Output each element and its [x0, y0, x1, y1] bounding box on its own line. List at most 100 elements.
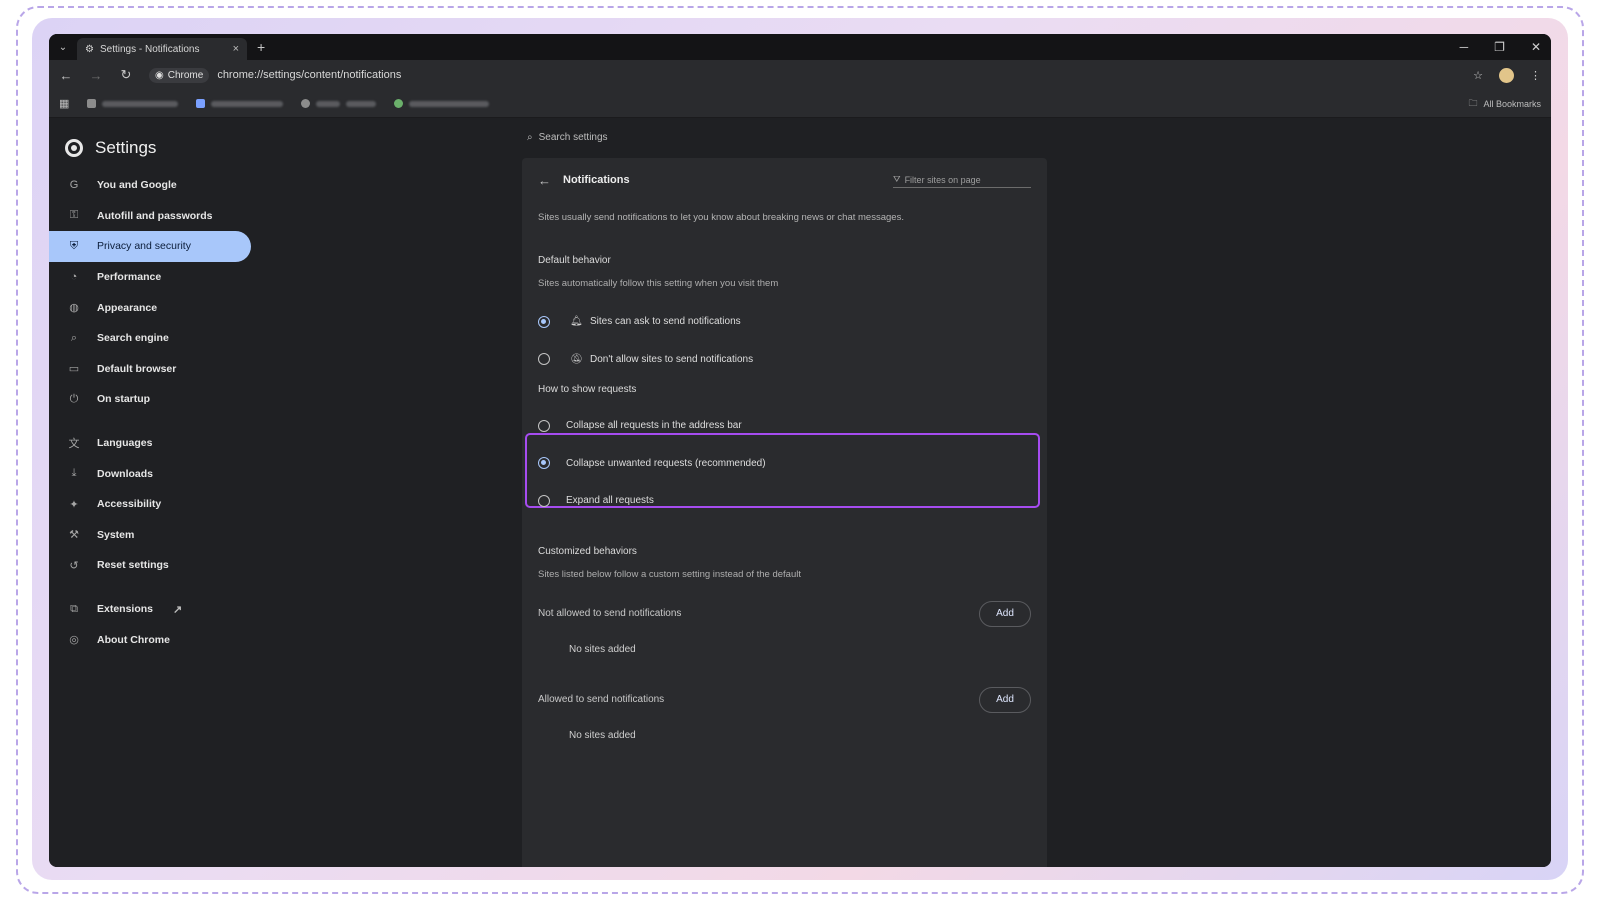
sidebar-item-privacy[interactable]: ⛨ Privacy and security: [49, 231, 251, 262]
default-behavior-title: Default behavior: [538, 255, 611, 266]
window-controls: ─ ❐ ✕: [1460, 34, 1541, 60]
palette-icon: ◍: [69, 302, 79, 315]
tab-search-button[interactable]: ⌄: [49, 34, 77, 60]
bookmark-blurred-label: [409, 100, 490, 107]
power-icon: ⏻: [69, 392, 79, 405]
browser-window: ⌄ ⚙ Settings - Notifications × + ─ ❐ ✕ ←…: [49, 34, 1551, 867]
wrench-icon: ⚒: [69, 529, 79, 542]
not-allowed-empty: No sites added: [569, 644, 636, 655]
close-window-button[interactable]: ✕: [1531, 40, 1541, 54]
chrome-logo-icon: [65, 139, 83, 157]
bookmark-star-icon[interactable]: ☆: [1473, 69, 1483, 82]
sidebar-item-languages[interactable]: 文 Languages: [49, 428, 251, 459]
sidebar-item-appearance[interactable]: ◍ Appearance: [49, 292, 251, 323]
title-bar: ⌄ ⚙ Settings - Notifications × + ─ ❐ ✕: [49, 34, 1551, 60]
site-info-chip[interactable]: ◉ Chrome: [149, 67, 210, 83]
sidebar-item-label: Accessibility: [97, 498, 162, 511]
all-bookmarks-button[interactable]: 🗀 All Bookmarks: [1468, 96, 1541, 112]
profile-avatar[interactable]: [1499, 67, 1514, 83]
customized-title: Customized behaviors: [538, 545, 637, 557]
sidebar-item-default-browser[interactable]: ▭ Default browser: [49, 354, 251, 385]
bookmark-favicon-icon: [301, 99, 311, 108]
url-text: chrome://settings/content/notifications: [217, 69, 402, 81]
sidebar-item-downloads[interactable]: ⤓ Downloads: [49, 458, 251, 489]
filter-placeholder: Filter sites on page: [904, 174, 981, 185]
accessibility-icon: ✦: [69, 498, 79, 511]
search-icon: ⌕: [527, 132, 533, 143]
add-not-allowed-button[interactable]: Add: [979, 600, 1031, 627]
sidebar-item-label: Autofill and passwords: [97, 209, 213, 222]
radio-button[interactable]: [538, 419, 550, 432]
external-link-icon: ↗: [173, 603, 183, 616]
search-input[interactable]: Search settings: [539, 132, 608, 143]
filter-sites-input[interactable]: ⛛ Filter sites on page: [893, 172, 1031, 188]
radio-button[interactable]: [538, 494, 550, 507]
filter-icon: ⛛: [893, 174, 901, 184]
blurred-bookmark[interactable]: [394, 99, 490, 108]
radio-button[interactable]: [538, 353, 550, 366]
radio-button[interactable]: [538, 315, 550, 328]
blurred-bookmark[interactable]: [196, 99, 284, 108]
settings-header: Settings: [49, 118, 299, 166]
radio-label: Sites can ask to send notifications: [590, 316, 741, 328]
sidebar-item-label: Search engine: [97, 332, 169, 345]
show-requests-title: How to show requests: [538, 384, 637, 395]
reload-icon[interactable]: ↻: [119, 67, 133, 83]
apps-grid-icon[interactable]: ▦: [59, 97, 69, 110]
google-icon: G: [69, 179, 79, 192]
notifications-description: Sites usually send notifications to let …: [538, 212, 904, 223]
nav-divider: [49, 415, 299, 428]
sidebar-item-you-and-google[interactable]: G You and Google: [49, 170, 251, 201]
radio-dont-allow[interactable]: 🔕︎ Don't allow sites to send notificatio…: [522, 341, 1047, 379]
not-allowed-row: Not allowed to send notifications Add: [522, 596, 1047, 632]
sidebar-item-about-chrome[interactable]: ◎ About Chrome: [49, 624, 251, 655]
sidebar-item-label: Extensions: [97, 603, 154, 616]
bell-off-icon: 🔕︎: [570, 353, 583, 365]
sidebar-item-search-engine[interactable]: ⌕ Search engine: [49, 323, 251, 354]
sidebar-item-label: System: [97, 528, 135, 541]
new-tab-button[interactable]: +: [257, 39, 265, 55]
tab-close-button[interactable]: ×: [233, 43, 239, 55]
sidebar-item-label: Privacy and security: [97, 240, 191, 253]
back-arrow-icon[interactable]: ←: [59, 68, 73, 83]
radio-sites-can-ask[interactable]: 🔔︎ Sites can ask to send notifications: [522, 303, 1047, 341]
bookmark-blurred-label: [346, 100, 377, 107]
customized-subtitle: Sites listed below follow a custom setti…: [538, 568, 801, 580]
radio-label: Collapse all requests in the address bar: [566, 420, 742, 432]
bookmark-favicon-icon: [196, 99, 206, 108]
restore-button[interactable]: ❐: [1494, 40, 1505, 54]
chrome-icon: ◎: [69, 634, 79, 647]
sidebar-item-extensions[interactable]: ⧉ Extensions ↗: [49, 594, 251, 625]
bookmark-blurred-label: [211, 100, 284, 107]
download-icon: ⤓: [71, 467, 77, 480]
settings-search[interactable]: ⌕ Search settings: [527, 132, 608, 143]
bookmark-blurred-label: [316, 100, 341, 107]
sidebar-item-label: Performance: [97, 271, 162, 284]
key-icon: ⚿: [69, 209, 79, 222]
bell-icon: 🔔︎: [570, 316, 583, 328]
allowed-empty: No sites added: [569, 730, 636, 741]
blurred-bookmark[interactable]: [87, 99, 179, 108]
sidebar-item-autofill[interactable]: ⚿ Autofill and passwords: [49, 201, 251, 232]
page-title: Settings: [95, 138, 157, 157]
sidebar-item-reset[interactable]: ↺ Reset settings: [49, 550, 251, 581]
back-arrow-icon[interactable]: ←: [538, 173, 551, 188]
add-allowed-button[interactable]: Add: [979, 686, 1031, 713]
minimize-button[interactable]: ─: [1460, 40, 1469, 54]
speedometer-icon: ◔: [70, 271, 78, 284]
sidebar-item-accessibility[interactable]: ✦ Accessibility: [49, 489, 251, 520]
settings-sidebar: Settings G You and Google ⚿ Autofill and p…: [49, 118, 299, 867]
sidebar-item-label: Default browser: [97, 362, 177, 375]
sidebar-item-label: You and Google: [97, 179, 177, 192]
sidebar-item-system[interactable]: ⚒ System: [49, 520, 251, 551]
menu-kebab-icon[interactable]: ⋮: [1530, 69, 1541, 82]
forward-arrow-icon[interactable]: →: [89, 68, 103, 83]
omnibox[interactable]: ◉ Chrome chrome://settings/content/notif…: [149, 64, 1457, 86]
sidebar-item-on-startup[interactable]: ⏻ On startup: [49, 384, 251, 415]
all-bookmarks-label: All Bookmarks: [1483, 98, 1541, 109]
sidebar-item-label: Reset settings: [97, 559, 169, 572]
highlight-outline: [525, 433, 1040, 508]
active-tab[interactable]: ⚙ Settings - Notifications ×: [77, 38, 247, 60]
blurred-bookmark[interactable]: [301, 99, 377, 108]
sidebar-item-performance[interactable]: ◔ Performance: [49, 262, 251, 293]
